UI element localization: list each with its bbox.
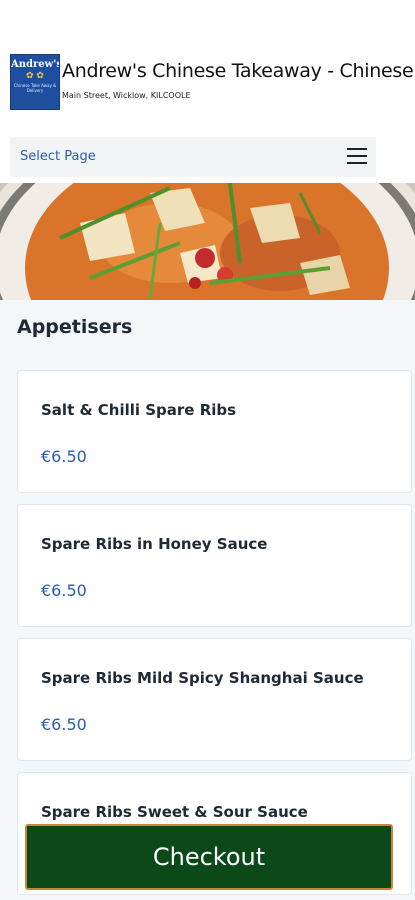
hero-food-image [0, 183, 415, 300]
menu-item-card[interactable]: Salt & Chilli Spare Ribs €6.50 [17, 370, 412, 493]
hamburger-icon[interactable] [347, 148, 367, 165]
menu-item-name: Salt & Chilli Spare Ribs [41, 401, 237, 419]
restaurant-address: Main Street, Wicklow, KILCOOLE [62, 91, 191, 100]
select-page-label: Select Page [20, 149, 96, 164]
checkout-button[interactable]: Checkout [25, 824, 393, 890]
menu-item-card[interactable]: Spare Ribs Mild Spicy Shanghai Sauce €6.… [17, 638, 412, 761]
page-select-bar[interactable]: Select Page [10, 137, 376, 177]
menu-item-price: €6.50 [41, 581, 87, 600]
logo-subtext: Chinese Take Away & Delivery [13, 83, 57, 93]
menu-section: Appetisers Salt & Chilli Spare Ribs €6.5… [0, 300, 415, 900]
menu-item-price: €6.50 [41, 447, 87, 466]
curry-dish-illustration [0, 183, 415, 300]
menu-item-price: €6.50 [41, 715, 87, 734]
menu-item-name: Spare Ribs in Honey Sauce [41, 535, 268, 553]
site-header: Andrew's ✿ ✿ Chinese Take Away & Deliver… [0, 0, 415, 177]
menu-item-name: Spare Ribs Mild Spicy Shanghai Sauce [41, 669, 364, 687]
logo-emblem-icon: ✿ ✿ [26, 71, 44, 81]
logo-name: Andrew's [11, 59, 60, 70]
menu-item-card[interactable]: Spare Ribs in Honey Sauce €6.50 [17, 504, 412, 627]
section-title-appetisers: Appetisers [17, 316, 133, 338]
menu-item-name: Spare Ribs Sweet & Sour Sauce [41, 803, 308, 821]
restaurant-logo[interactable]: Andrew's ✿ ✿ Chinese Take Away & Deliver… [10, 54, 60, 110]
restaurant-title: Andrew's Chinese Takeaway - Chinese [62, 60, 414, 82]
